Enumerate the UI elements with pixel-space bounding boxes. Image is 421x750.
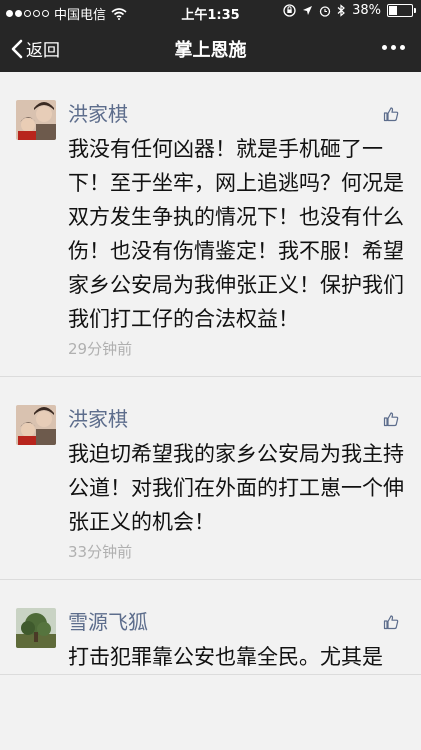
battery-percent: 38% — [352, 3, 381, 18]
page-title: 掌上恩施 — [174, 40, 247, 61]
location-arrow-icon — [303, 6, 313, 15]
thumbs-up-icon[interactable] — [383, 614, 399, 630]
comment-time: 29分钟前 — [68, 340, 133, 358]
alarm-icon — [319, 5, 331, 17]
comment-text: 我迫切希望我的家乡公安局为我主持公道！对我们在外面的打工崽一个伸张正义的机会！ — [68, 442, 404, 534]
comment-author[interactable]: 洪家棋 — [68, 100, 407, 128]
comment-item: 洪家棋 我迫切希望我的家乡公安局为我主持公道！对我们在外面的打工崽一个伸张正义的… — [0, 377, 421, 580]
comment-text: 我没有任何凶器！就是手机砸了一下！至于坐牢，网上追逃吗？何况是双方发生争执的情况… — [68, 137, 404, 331]
avatar[interactable] — [16, 608, 56, 648]
comment-item: 雪源飞狐 打击犯罪靠公安也靠全民。尤其是 — [0, 580, 421, 675]
comment-list: 洪家棋 我没有任何凶器！就是手机砸了一下！至于坐牢，网上追逃吗？何况是双方发生争… — [0, 72, 421, 675]
avatar[interactable] — [16, 100, 56, 140]
top-bar: 中国电信 上午1:35 38% 返回 掌上恩施 — [0, 0, 421, 72]
comment-time: 33分钟前 — [68, 543, 133, 561]
rotation-lock-icon — [283, 4, 296, 17]
battery-icon — [387, 4, 416, 17]
comment-author[interactable]: 雪源飞狐 — [68, 608, 407, 636]
more-button[interactable] — [382, 45, 405, 50]
thumbs-up-icon[interactable] — [383, 106, 399, 122]
comment-text: 打击犯罪靠公安也靠全民。尤其是 — [68, 645, 383, 669]
thumbs-up-icon[interactable] — [383, 411, 399, 427]
avatar[interactable] — [16, 405, 56, 445]
comment-item: 洪家棋 我没有任何凶器！就是手机砸了一下！至于坐牢，网上追逃吗？何况是双方发生争… — [0, 72, 421, 377]
status-bar: 中国电信 上午1:35 38% — [0, 0, 421, 24]
comment-author[interactable]: 洪家棋 — [68, 405, 407, 433]
bluetooth-icon — [337, 4, 346, 17]
nav-bar: 返回 掌上恩施 — [0, 24, 421, 72]
